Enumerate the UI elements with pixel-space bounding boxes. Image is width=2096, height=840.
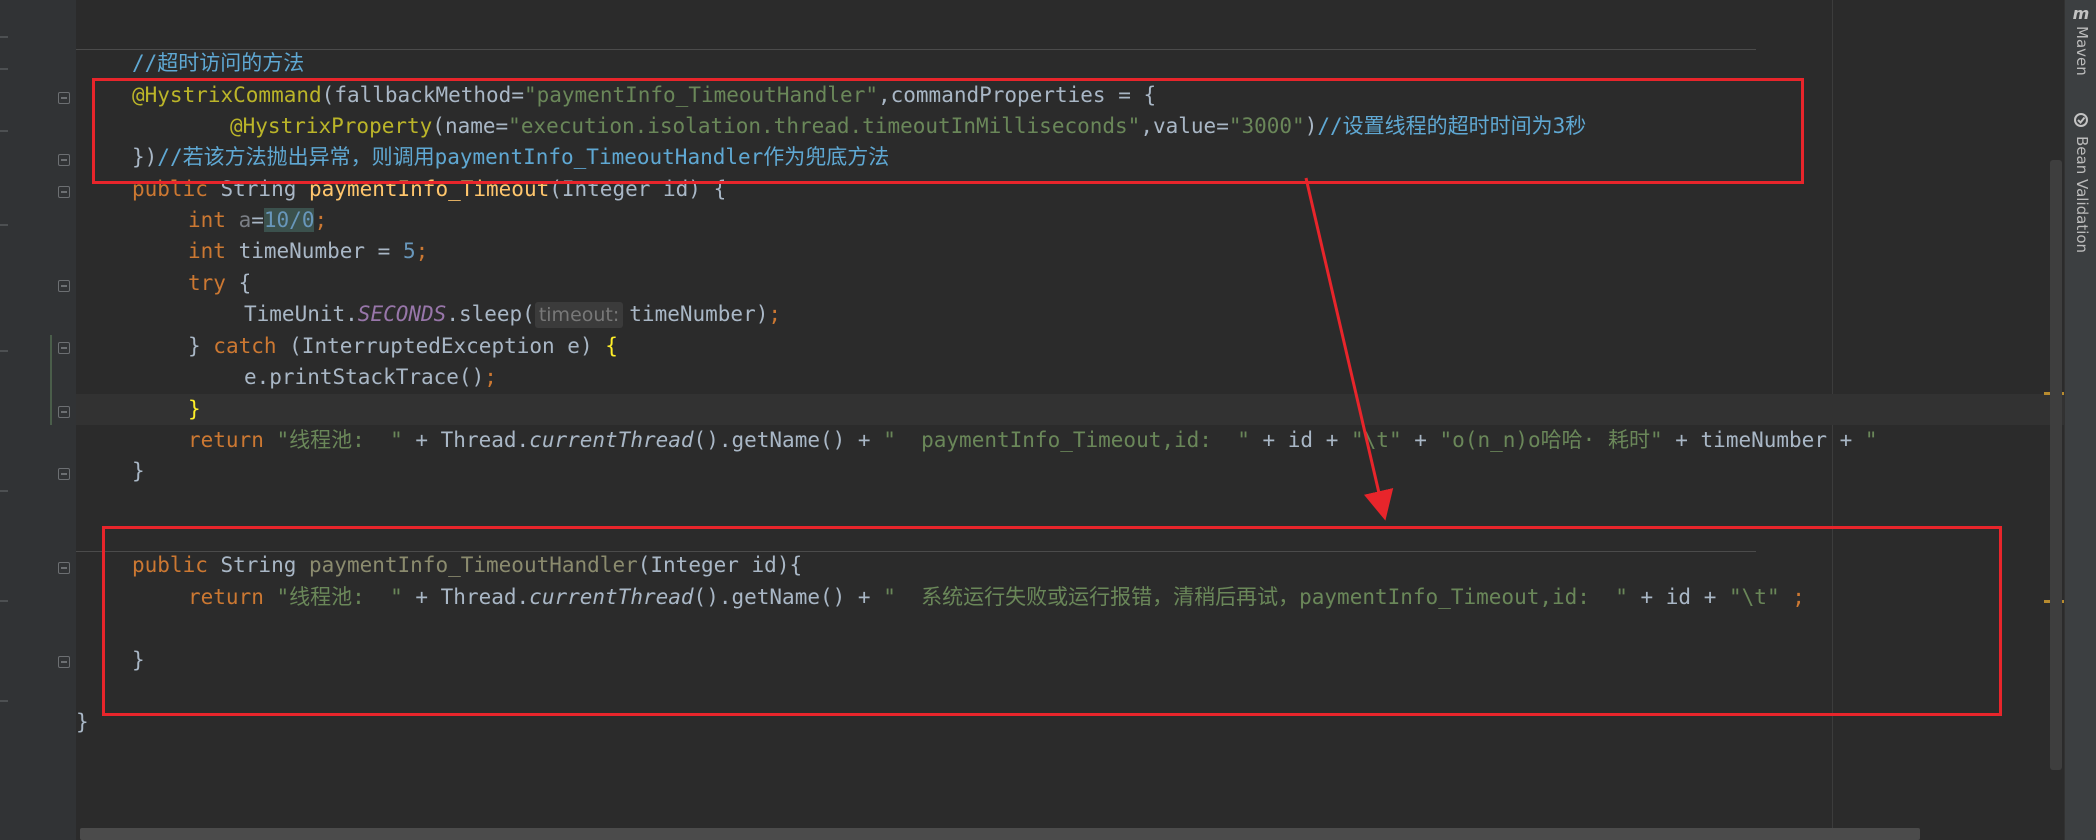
arrow-line	[1304, 177, 1394, 521]
maven-tab[interactable]: m Maven	[2065, 4, 2096, 84]
maven-icon: m	[2072, 4, 2090, 23]
vertical-scrollbar[interactable]	[2050, 160, 2062, 770]
bean-validation-icon	[2074, 113, 2088, 127]
bean-validation-tab-label: Bean Validation	[2073, 136, 2091, 254]
annotation-arrow	[1304, 177, 1394, 521]
horizontal-scrollbar[interactable]	[80, 828, 1920, 840]
right-tool-window-bar: m Maven Bean Validation	[2064, 0, 2096, 840]
bean-validation-tab[interactable]: Bean Validation	[2065, 110, 2096, 270]
maven-tab-label: Maven	[2073, 26, 2091, 76]
